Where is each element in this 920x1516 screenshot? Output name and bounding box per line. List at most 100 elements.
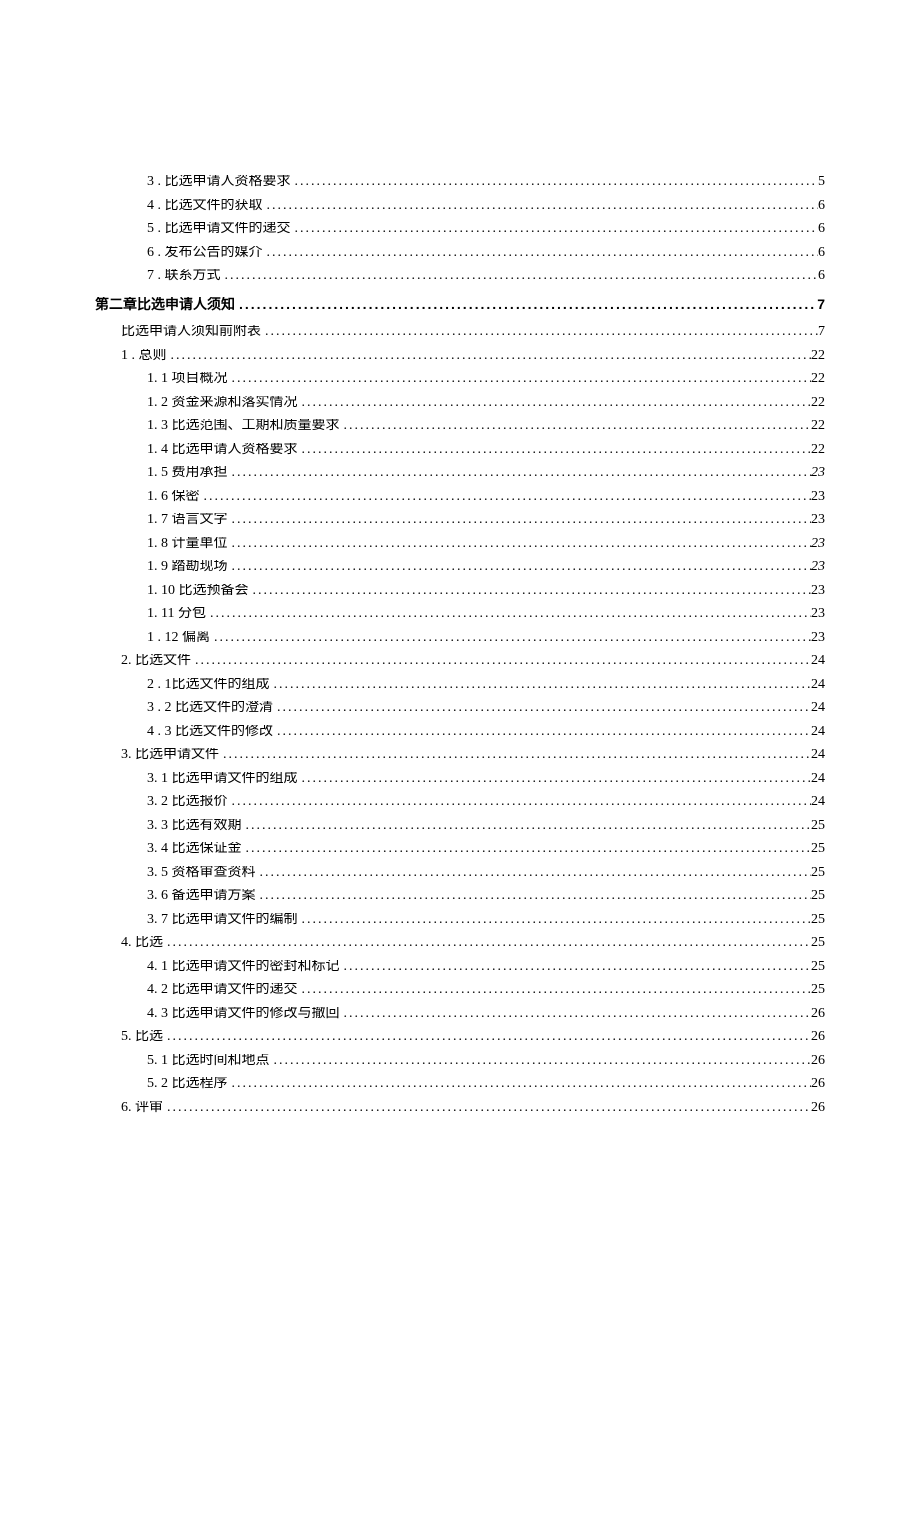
toc-label: 3. 5 资格审查资料 xyxy=(147,866,256,880)
toc-entry: 6. 评审26 xyxy=(95,1101,825,1115)
toc-page-number: 22 xyxy=(811,372,825,386)
toc-page-number: 25 xyxy=(811,983,825,997)
toc-leader-dots xyxy=(263,199,819,213)
toc-page-number: 25 xyxy=(811,889,825,903)
toc-entry: 1 . 12 偏离23 xyxy=(95,631,825,645)
toc-label: 4 . 比选文件的获取 xyxy=(147,199,263,213)
toc-label: 1. 5 费用承担 xyxy=(147,466,228,480)
toc-page-number: 25 xyxy=(811,913,825,927)
toc-label: 2 . 1比选文件的组成 xyxy=(147,678,270,692)
toc-page-number: 6 xyxy=(818,222,825,236)
toc-leader-dots xyxy=(298,983,812,997)
toc-label: 3 . 2 比选文件的澄清 xyxy=(147,701,273,715)
toc-entry: 1. 8 计量单位23 xyxy=(95,537,825,551)
toc-leader-dots xyxy=(167,349,812,363)
toc-entry: 3. 2 比选报价24 xyxy=(95,795,825,809)
toc-entry: 3. 7 比选申请文件的编制 25 xyxy=(95,913,825,927)
toc-entry: 1 . 总则22 xyxy=(95,349,825,363)
toc-entry: 3 . 2 比选文件的澄清24 xyxy=(95,701,825,715)
toc-label: 4 . 3 比选文件的修改 xyxy=(147,725,273,739)
toc-page-number: 23 xyxy=(811,513,825,527)
toc-page-number: 6 xyxy=(818,199,825,213)
toc-page-number: 25 xyxy=(811,866,825,880)
toc-page-number: 24 xyxy=(811,748,825,762)
toc-page-number: 23 xyxy=(811,490,825,504)
toc-page-number: 25 xyxy=(811,842,825,856)
toc-entry: 3. 1 比选申请文件的组成24 xyxy=(95,772,825,786)
toc-page-number: 25 xyxy=(811,936,825,950)
toc-label: 1. 9 踏勘现场 xyxy=(147,560,228,574)
toc-leader-dots xyxy=(228,1077,812,1091)
toc-label: 1. 11 分包 xyxy=(147,607,206,621)
toc-label: 3. 6 备选申请方案 xyxy=(147,889,256,903)
toc-page-number: 26 xyxy=(811,1007,825,1021)
toc-page-number: 23 xyxy=(811,584,825,598)
toc-label: 2. 比选文件 xyxy=(121,654,191,668)
toc-page-number: 24 xyxy=(811,772,825,786)
toc-page-number: 22 xyxy=(811,443,825,457)
toc-label: 1. 3 比选范围、工期和质量要求 xyxy=(147,419,340,433)
toc-entry: 5. 1 比选时间和地点26 xyxy=(95,1054,825,1068)
toc-page-number: 7 xyxy=(817,297,825,311)
toc-leader-dots xyxy=(228,560,812,574)
toc-leader-dots xyxy=(228,537,812,551)
toc-entry: 1. 11 分包 23 xyxy=(95,607,825,621)
toc-entry: 3. 5 资格审查资料 25 xyxy=(95,866,825,880)
toc-entry: 1. 5 费用承担 23 xyxy=(95,466,825,480)
toc-label: 3. 4 比选保证金 xyxy=(147,842,242,856)
toc-label: 3. 比选申请文件 xyxy=(121,748,219,762)
toc-label: 1 . 总则 xyxy=(121,349,167,363)
toc-entry: 6 . 发布公告的媒介6 xyxy=(95,246,825,260)
toc-leader-dots xyxy=(340,1007,812,1021)
toc-page-number: 23 xyxy=(811,466,825,480)
toc-page-number: 26 xyxy=(811,1030,825,1044)
toc-leader-dots xyxy=(200,490,812,504)
toc-entry: 1. 9 踏勘现场23 xyxy=(95,560,825,574)
toc-entry: 4. 2 比选申请文件的递交25 xyxy=(95,983,825,997)
toc-leader-dots xyxy=(270,1054,812,1068)
toc-page-number: 23 xyxy=(811,607,825,621)
toc-leader-dots xyxy=(298,772,812,786)
toc-label: 4. 比选 xyxy=(121,936,163,950)
toc-leader-dots xyxy=(298,913,812,927)
toc-page-number: 23 xyxy=(811,537,825,551)
toc-leader-dots xyxy=(249,584,812,598)
toc-entry: 第二章比选申请人须知 7 xyxy=(95,297,825,311)
toc-entry: 1. 2 资金来源和落实情况22 xyxy=(95,396,825,410)
toc-entry: 1. 1 项目概况22 xyxy=(95,372,825,386)
table-of-contents: 3 . 比选申请人资格要求54 . 比选文件的获取65 . 比选申请文件的递交6… xyxy=(95,175,825,1115)
toc-entry: 4. 1 比选申请文件的密封和标记25 xyxy=(95,960,825,974)
toc-label: 4. 3 比选申请文件的修改与撤回 xyxy=(147,1007,340,1021)
toc-label: 4. 1 比选申请文件的密封和标记 xyxy=(147,960,340,974)
toc-leader-dots xyxy=(263,246,819,260)
toc-page-number: 7 xyxy=(818,325,825,339)
toc-leader-dots xyxy=(163,936,811,950)
toc-leader-dots xyxy=(298,396,812,410)
toc-page-number: 24 xyxy=(811,678,825,692)
toc-label: 3. 7 比选申请文件的编制 xyxy=(147,913,298,927)
toc-leader-dots xyxy=(340,960,812,974)
toc-page-number: 6 xyxy=(818,269,825,283)
toc-entry: 2. 比选文件24 xyxy=(95,654,825,668)
toc-entry: 4. 比选 25 xyxy=(95,936,825,950)
toc-page-number: 26 xyxy=(811,1077,825,1091)
toc-label: 比选申请人须知前附表 xyxy=(121,325,261,339)
toc-page-number: 5 xyxy=(818,175,825,189)
toc-leader-dots xyxy=(340,419,812,433)
toc-label: 7 . 联系方式 xyxy=(147,269,221,283)
toc-entry: 4. 3 比选申请文件的修改与撤回 26 xyxy=(95,1007,825,1021)
toc-entry: 1. 7 语言文字23 xyxy=(95,513,825,527)
toc-entry: 1. 6 保密 23 xyxy=(95,490,825,504)
toc-page-number: 22 xyxy=(811,396,825,410)
toc-label: 1. 6 保密 xyxy=(147,490,200,504)
toc-label: 第二章比选申请人须知 xyxy=(95,297,235,311)
toc-entry: 4 . 3 比选文件的修改24 xyxy=(95,725,825,739)
toc-entry: 1. 10 比选预备会23 xyxy=(95,584,825,598)
toc-entry: 5. 2 比选程序 26 xyxy=(95,1077,825,1091)
toc-entry: 4 . 比选文件的获取 6 xyxy=(95,199,825,213)
toc-leader-dots xyxy=(191,654,811,668)
toc-label: 6 . 发布公告的媒介 xyxy=(147,246,263,260)
toc-page-number: 26 xyxy=(811,1054,825,1068)
toc-label: 5. 2 比选程序 xyxy=(147,1077,228,1091)
toc-entry: 比选申请人须知前附表 7 xyxy=(95,325,825,339)
